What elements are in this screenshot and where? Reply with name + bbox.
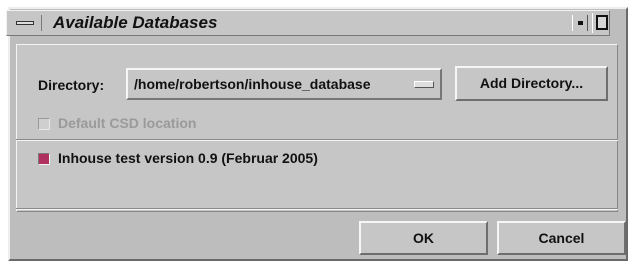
ok-button[interactable]: OK xyxy=(359,221,488,255)
database-item-label: Inhouse test version 0.9 (Februar 2005) xyxy=(58,150,318,166)
maximize-icon xyxy=(596,15,608,30)
cancel-button[interactable]: Cancel xyxy=(497,221,626,255)
default-csd-label: Default CSD location xyxy=(58,115,197,131)
window-menu-icon xyxy=(16,21,34,25)
directory-label: Directory: xyxy=(38,77,105,93)
footer-divider xyxy=(16,208,618,210)
maximize-button[interactable] xyxy=(592,13,609,33)
title-bar[interactable]: Available Databases xyxy=(6,10,610,36)
directory-selected-value: /home/robertson/inhouse_database xyxy=(134,76,371,92)
directory-option-menu[interactable]: /home/robertson/inhouse_database xyxy=(126,68,442,100)
minimize-icon xyxy=(578,21,583,25)
database-checkbox[interactable] xyxy=(38,153,50,165)
window-menu-button[interactable] xyxy=(12,15,42,31)
option-menu-indicator-icon xyxy=(414,81,434,88)
minimize-button[interactable] xyxy=(572,15,588,31)
add-directory-button[interactable]: Add Directory... xyxy=(455,66,608,101)
window-title: Available Databases xyxy=(53,13,218,32)
section-divider xyxy=(16,139,618,141)
default-csd-checkbox[interactable] xyxy=(38,118,50,130)
